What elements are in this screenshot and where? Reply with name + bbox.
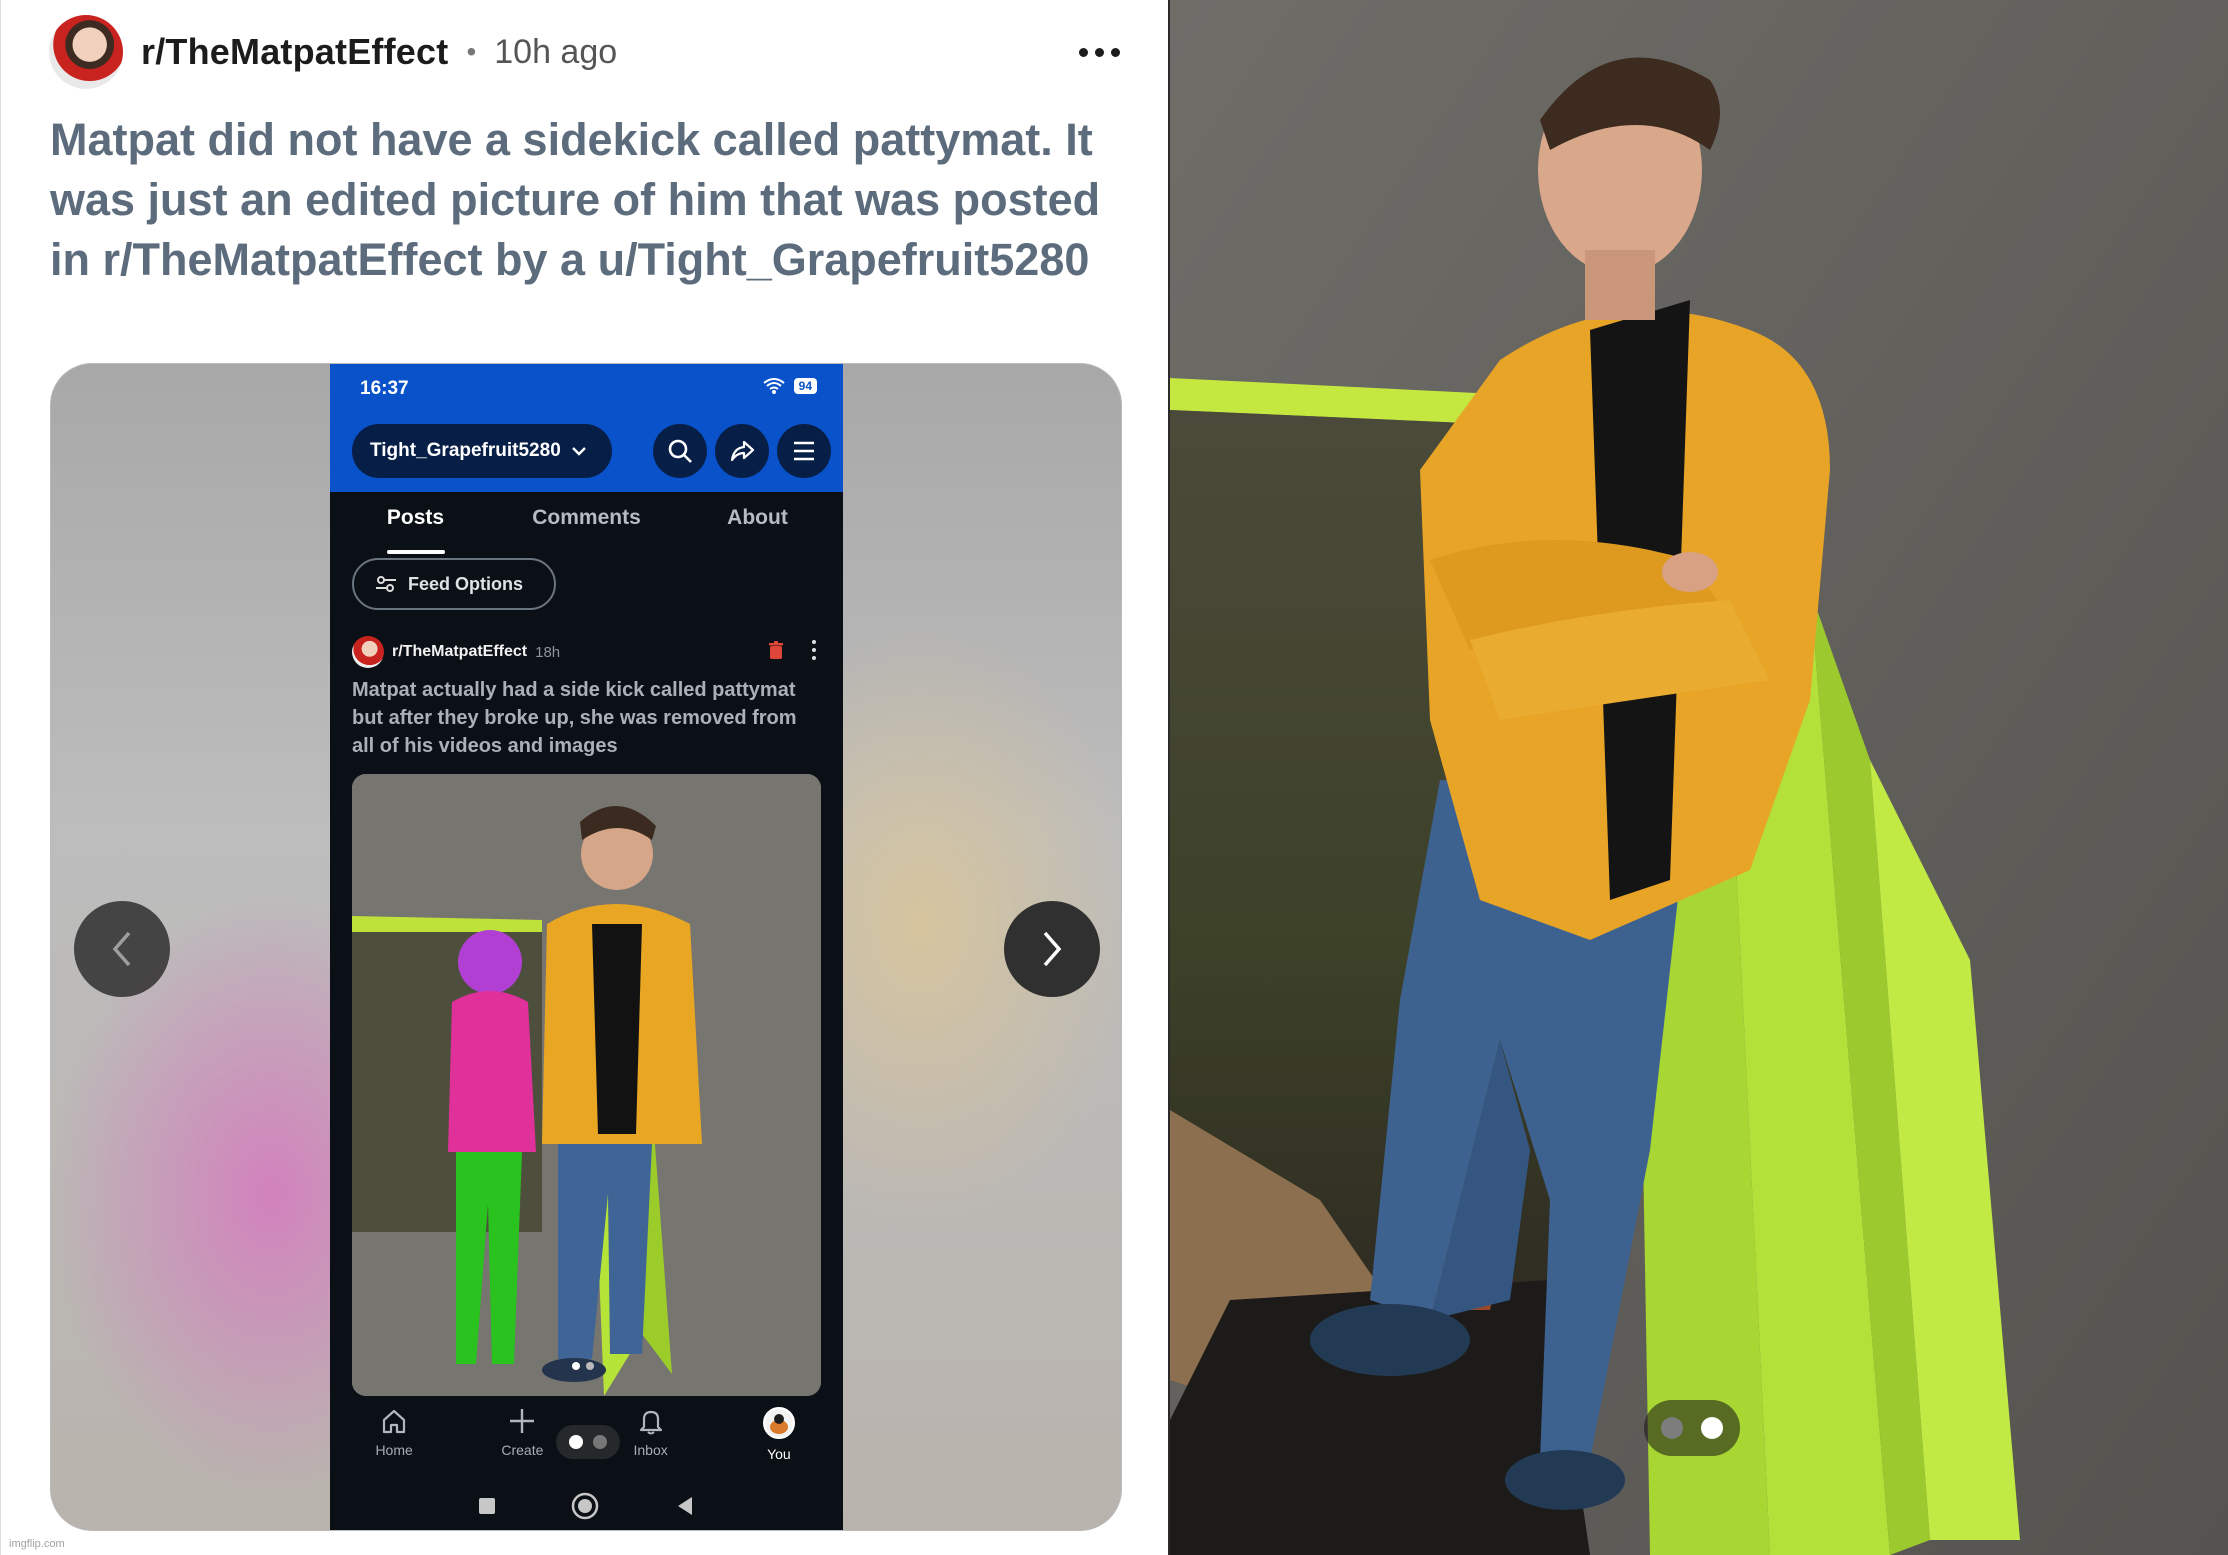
dot-icon bbox=[1094, 47, 1104, 57]
dot-icon bbox=[1110, 47, 1120, 57]
dot-icon bbox=[812, 656, 816, 660]
meta-separator: • bbox=[466, 36, 477, 67]
carousel-next-button[interactable] bbox=[1004, 901, 1100, 997]
username-label: Tight_Grapefruit5280 bbox=[370, 440, 561, 461]
dot-indicator-active bbox=[1701, 1417, 1723, 1439]
more-options-button[interactable] bbox=[1069, 32, 1129, 72]
menu-button[interactable] bbox=[777, 424, 831, 478]
inner-post-header: r/TheMatpatEffect 18h bbox=[352, 636, 822, 668]
carousel-prev-button[interactable] bbox=[74, 901, 170, 997]
dot-indicator bbox=[586, 1362, 594, 1370]
reddit-post-panel: r/TheMatpatEffect • 10h ago Matpat did n… bbox=[0, 0, 1168, 1555]
tab-posts[interactable]: Posts bbox=[330, 492, 501, 552]
search-icon bbox=[668, 439, 692, 463]
inner-subreddit-avatar[interactable] bbox=[352, 636, 384, 668]
subreddit-avatar[interactable] bbox=[49, 15, 123, 89]
post-time: 10h ago bbox=[494, 32, 618, 71]
dot-indicator-active bbox=[569, 1435, 583, 1449]
plus-icon bbox=[510, 1409, 535, 1433]
original-photo bbox=[1170, 0, 2228, 1555]
feed-options-button[interactable]: Feed Options bbox=[352, 558, 556, 610]
chevron-left-icon bbox=[112, 931, 131, 967]
nav-you[interactable]: You bbox=[715, 1396, 843, 1480]
dot-icon bbox=[1078, 47, 1088, 57]
nav-create-label: Create bbox=[501, 1442, 544, 1458]
inner-post-time: 18h bbox=[535, 643, 561, 661]
phone-screenshot: 16:37 94 Tight_Grapefruit5280 Posts Comm… bbox=[330, 364, 843, 1530]
nav-home[interactable]: Home bbox=[330, 1396, 458, 1480]
photo-carousel-dots bbox=[1644, 1400, 1740, 1456]
dot-indicator bbox=[593, 1435, 607, 1449]
dot-indicator bbox=[1661, 1417, 1683, 1439]
inner-more-button[interactable] bbox=[812, 640, 816, 660]
back-triangle-icon[interactable] bbox=[674, 1495, 696, 1517]
post-title[interactable]: Matpat did not have a sidekick called pa… bbox=[50, 110, 1140, 290]
carousel-dots-overlay bbox=[556, 1425, 620, 1459]
original-photo-panel[interactable] bbox=[1170, 0, 2228, 1555]
image-carousel[interactable]: 16:37 94 Tight_Grapefruit5280 Posts Comm… bbox=[50, 363, 1122, 1531]
android-navigation-bar bbox=[330, 1480, 843, 1530]
dot-icon bbox=[812, 640, 816, 644]
username-dropdown[interactable]: Tight_Grapefruit5280 bbox=[352, 424, 612, 478]
avatar-icon bbox=[762, 1407, 795, 1439]
tab-comments[interactable]: Comments bbox=[501, 492, 672, 552]
share-icon bbox=[730, 440, 755, 462]
post-header: r/TheMatpatEffect • 10h ago bbox=[49, 14, 1129, 90]
inner-post-title[interactable]: Matpat actually had a side kick called p… bbox=[352, 676, 822, 760]
nav-home-label: Home bbox=[375, 1442, 413, 1458]
home-circle-icon[interactable] bbox=[570, 1491, 600, 1521]
recents-icon[interactable] bbox=[477, 1496, 497, 1516]
home-icon bbox=[383, 1409, 406, 1434]
tab-about[interactable]: About bbox=[672, 492, 843, 552]
phone-clock: 16:37 bbox=[360, 378, 409, 399]
phone-app-header: 16:37 94 Tight_Grapefruit5280 bbox=[330, 364, 843, 492]
dot-icon bbox=[812, 648, 816, 652]
nav-inbox-label: Inbox bbox=[633, 1442, 668, 1458]
imgflip-watermark: imgflip.com bbox=[9, 1538, 65, 1550]
wifi-icon bbox=[763, 378, 785, 394]
dot-indicator-active bbox=[572, 1362, 580, 1370]
trash-icon[interactable] bbox=[768, 640, 784, 660]
battery-indicator: 94 bbox=[793, 378, 817, 394]
filter-icon bbox=[376, 576, 396, 592]
bell-icon bbox=[639, 1410, 662, 1435]
search-button[interactable] bbox=[653, 424, 707, 478]
hamburger-icon bbox=[794, 441, 814, 461]
chevron-down-icon bbox=[571, 447, 586, 456]
share-button[interactable] bbox=[715, 424, 769, 478]
edited-photo-illustration bbox=[352, 774, 821, 1396]
profile-tabs: Posts Comments About bbox=[330, 492, 843, 552]
inner-subreddit-name[interactable]: r/TheMatpatEffect bbox=[392, 643, 527, 661]
status-bar-icons: 94 bbox=[763, 378, 817, 394]
nav-you-label: You bbox=[767, 1446, 791, 1462]
feed-options-label: Feed Options bbox=[408, 573, 524, 594]
inner-carousel-dots bbox=[572, 1362, 594, 1370]
subreddit-name[interactable]: r/TheMatpatEffect bbox=[141, 31, 448, 73]
inner-post-image[interactable] bbox=[352, 774, 821, 1396]
chevron-right-icon bbox=[1043, 931, 1062, 967]
